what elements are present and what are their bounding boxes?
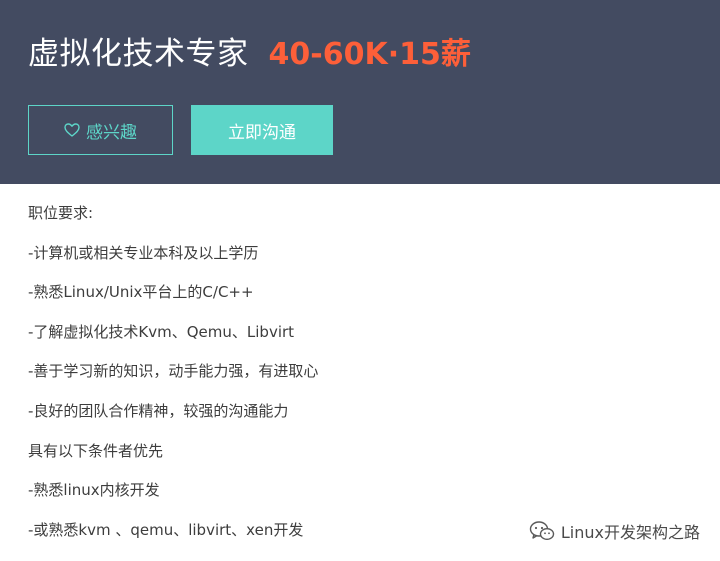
heart-outline-icon — [64, 123, 80, 137]
job-header: 虚拟化技术专家 40-60K·15薪 感兴趣 立即沟通 — [0, 0, 720, 184]
description-line: 具有以下条件者优先 — [28, 441, 164, 460]
job-detail-page: 虚拟化技术专家 40-60K·15薪 感兴趣 立即沟通 职位要求: -计算机或相… — [0, 0, 720, 561]
chat-now-button[interactable]: 立即沟通 — [191, 105, 333, 155]
description-line: -熟悉linux内核开发 — [28, 481, 160, 500]
description-line: -良好的团队合作精神，较强的沟通能力 — [28, 401, 289, 420]
interest-button-label: 感兴趣 — [86, 122, 137, 143]
description-line: -计算机或相关专业本科及以上学历 — [28, 243, 259, 262]
description-line: -了解虚拟化技术Kvm、Qemu、Libvirt — [28, 322, 295, 341]
salary: 40-60K·15薪 — [268, 37, 471, 72]
title-row: 虚拟化技术专家 40-60K·15薪 — [28, 30, 471, 78]
watermark-text: Linux开发架构之路 — [560, 523, 700, 542]
wechat-icon — [529, 521, 555, 541]
watermark: Linux开发架构之路 — [529, 517, 700, 545]
chat-now-button-label: 立即沟通 — [228, 122, 296, 143]
job-title: 虚拟化技术专家 — [28, 36, 249, 72]
description-line: 职位要求: — [28, 204, 94, 222]
description-line: -善于学习新的知识，动手能力强，有进取心 — [28, 362, 319, 381]
description-line: -熟悉Linux/Unix平台上的C/C++ — [28, 283, 254, 302]
interest-button[interactable]: 感兴趣 — [28, 105, 173, 155]
job-description: 职位要求: -计算机或相关专业本科及以上学历 -熟悉Linux/Unix平台上的… — [28, 194, 708, 550]
